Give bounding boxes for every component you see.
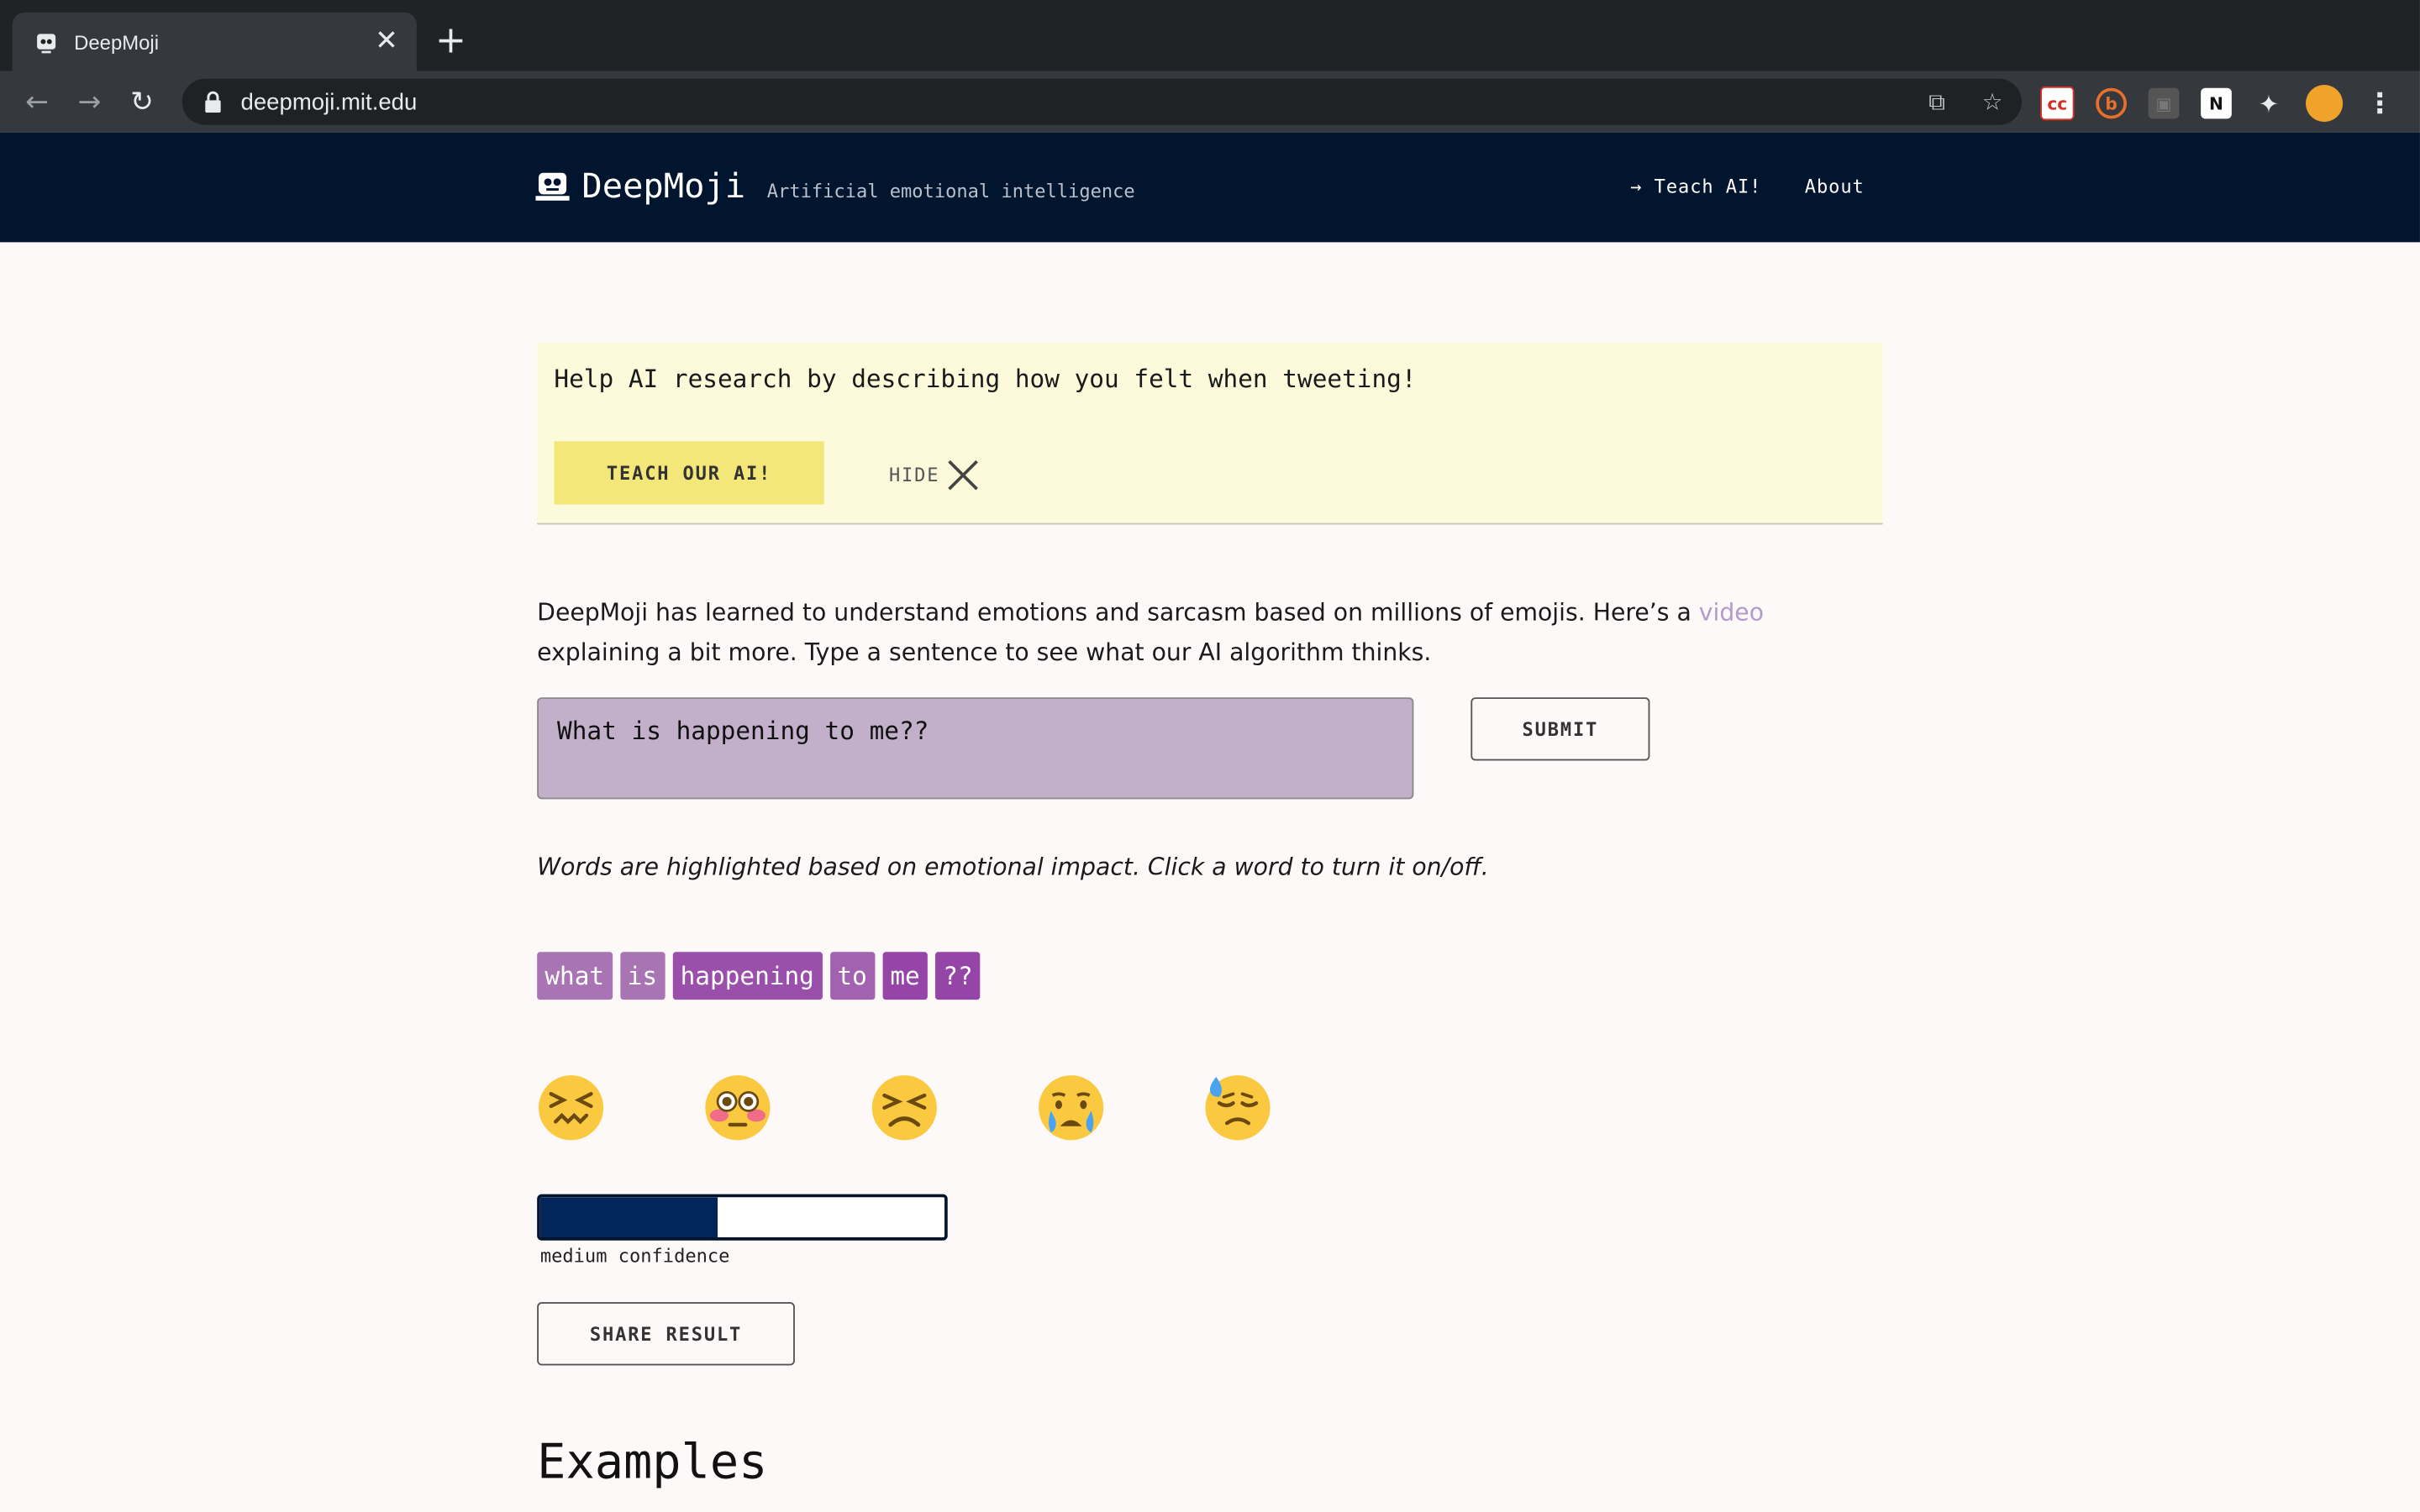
share-result-button[interactable]: SHARE RESULT [537, 1302, 795, 1366]
back-icon[interactable]: ← [15, 81, 58, 123]
camera-extension-icon[interactable]: ▣ [2148, 87, 2180, 119]
confounded-face-icon [539, 1075, 604, 1141]
brand[interactable]: DeepMoji Artificial emotional intelligen… [535, 164, 1135, 207]
reload-icon[interactable]: ↻ [120, 81, 163, 123]
tab-close-icon[interactable]: ✕ [375, 27, 398, 55]
teach-our-ai-button[interactable]: TEACH OUR AI! [554, 441, 824, 505]
translate-icon[interactable]: ⧉ [1923, 88, 1951, 116]
intro-text-after: explaining a bit more. Type a sentence t… [537, 638, 1432, 667]
nav-teach-ai-link[interactable]: → Teach AI! [1630, 176, 1761, 197]
word-tokens: what is happening to me ?? [537, 952, 981, 1000]
menu-kebab-icon[interactable]: ⋮ [2365, 87, 2396, 120]
examples-heading: Examples [537, 1435, 768, 1491]
teach-banner: Help AI research by describing how you f… [537, 342, 1883, 525]
nav-about-link[interactable]: About [1805, 176, 1865, 197]
intro-text-before: DeepMoji has learned to understand emoti… [537, 598, 1699, 627]
forward-icon[interactable]: → [68, 81, 111, 123]
downcast-face-with-sweat-icon [1205, 1075, 1270, 1141]
hide-banner-button[interactable]: HIDE [889, 458, 980, 491]
url-text: deepmoji.mit.edu [240, 88, 418, 115]
intro-paragraph: DeepMoji has learned to understand emoti… [537, 592, 1883, 673]
site-name: DeepMoji [581, 168, 746, 207]
browser-tab-bar: DeepMoji ✕ + [0, 0, 2420, 71]
site-tagline: Artificial emotional intelligence [766, 180, 1135, 202]
site-nav: → Teach AI! About [1630, 176, 1864, 197]
b-extension-icon[interactable]: b [2096, 87, 2127, 119]
new-tab-button[interactable]: + [435, 22, 466, 59]
profile-avatar[interactable] [2306, 85, 2344, 123]
word-token[interactable]: happening [672, 952, 823, 1000]
submit-button[interactable]: SUBMIT [1470, 697, 1650, 761]
word-token[interactable]: to [829, 952, 875, 1000]
confidence-bar [537, 1194, 948, 1241]
puzzle-extensions-icon[interactable]: ✦ [2254, 88, 2285, 119]
word-token[interactable]: is [619, 952, 666, 1000]
hide-label: HIDE [888, 464, 940, 486]
video-link[interactable]: video [1699, 599, 1764, 627]
address-bar[interactable]: deepmoji.mit.edu ⧉ ☆ [182, 78, 2023, 125]
robot-favicon-icon [37, 34, 56, 54]
extensions-area: cc b ▣ N ✦ ⋮ [2040, 85, 2396, 123]
browser-toolbar: ← → ↻ deepmoji.mit.edu ⧉ ☆ cc b ▣ N ✦ ⋮ [0, 71, 2420, 133]
robot-logo-icon [535, 172, 570, 201]
close-x-icon [948, 459, 978, 491]
word-token[interactable]: ?? [935, 952, 981, 1000]
notion-extension-icon[interactable]: N [2201, 87, 2232, 119]
word-token[interactable]: me [882, 952, 928, 1000]
main-content: Help AI research by describing how you f… [537, 342, 1883, 1490]
tab-title: DeepMoji [74, 29, 160, 54]
persevering-face-icon [871, 1075, 937, 1141]
confidence-label: medium confidence [539, 1245, 730, 1267]
word-token[interactable]: what [537, 952, 613, 1000]
sentence-input[interactable]: What is happening to me?? [537, 697, 1414, 800]
emoji-predictions [537, 1074, 1271, 1142]
crying-face-icon [1039, 1075, 1104, 1141]
flushed-face-icon [705, 1075, 771, 1141]
cc-extension-icon[interactable]: cc [2040, 86, 2075, 121]
lock-icon [205, 91, 221, 113]
browser-tab[interactable]: DeepMoji ✕ [12, 12, 417, 71]
highlight-hint: Words are highlighted based on emotional… [537, 853, 1489, 881]
confidence-fill [539, 1197, 718, 1238]
bookmark-star-icon[interactable]: ☆ [1979, 88, 2007, 116]
banner-message: Help AI research by describing how you f… [554, 364, 1417, 394]
site-header: DeepMoji Artificial emotional intelligen… [0, 132, 2420, 243]
